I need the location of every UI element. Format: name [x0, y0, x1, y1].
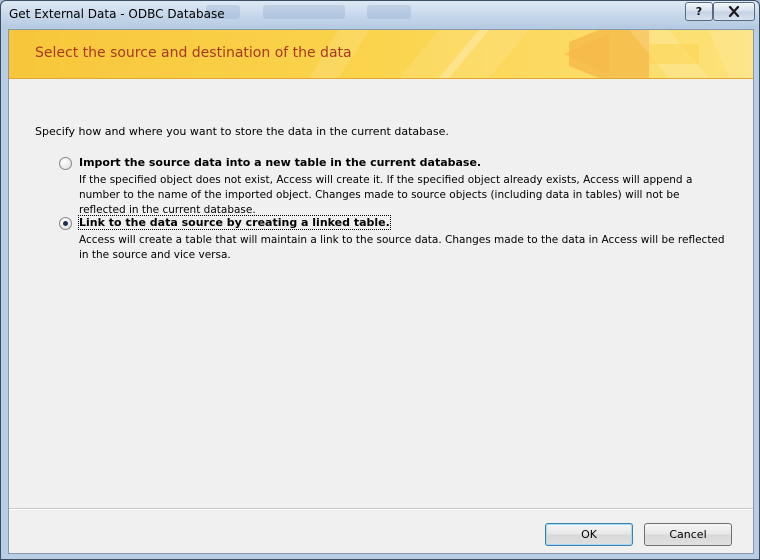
option-link-description: Access will create a table that will mai…: [79, 234, 725, 261]
background-ghost-tab: [367, 5, 411, 19]
option-import-description: If the specified object does not exist, …: [79, 174, 693, 216]
help-icon: ?: [695, 5, 703, 18]
ok-button[interactable]: OK: [545, 523, 633, 546]
window-title: Get External Data - ODBC Database: [9, 7, 225, 21]
footer-divider: [9, 508, 753, 510]
close-button[interactable]: [713, 2, 755, 21]
help-button[interactable]: ?: [685, 2, 713, 21]
wizard-banner: Select the source and destination of the…: [9, 30, 753, 79]
title-bar[interactable]: Get External Data - ODBC Database ?: [1, 1, 759, 29]
instruction-text: Specify how and where you want to store …: [35, 125, 449, 138]
radio-import[interactable]: [59, 157, 72, 170]
dialog-window: Get External Data - ODBC Database ? Sele…: [0, 0, 760, 560]
cancel-button[interactable]: Cancel: [644, 523, 732, 546]
option-import-label[interactable]: Import the source data into a new table …: [79, 156, 481, 169]
close-icon: [728, 6, 740, 17]
radio-link[interactable]: [59, 217, 72, 230]
banner-title: Select the source and destination of the…: [35, 45, 352, 61]
option-link-label[interactable]: Link to the data source by creating a li…: [78, 215, 391, 230]
dialog-client: Select the source and destination of the…: [8, 29, 754, 554]
background-ghost-tab: [263, 5, 345, 19]
